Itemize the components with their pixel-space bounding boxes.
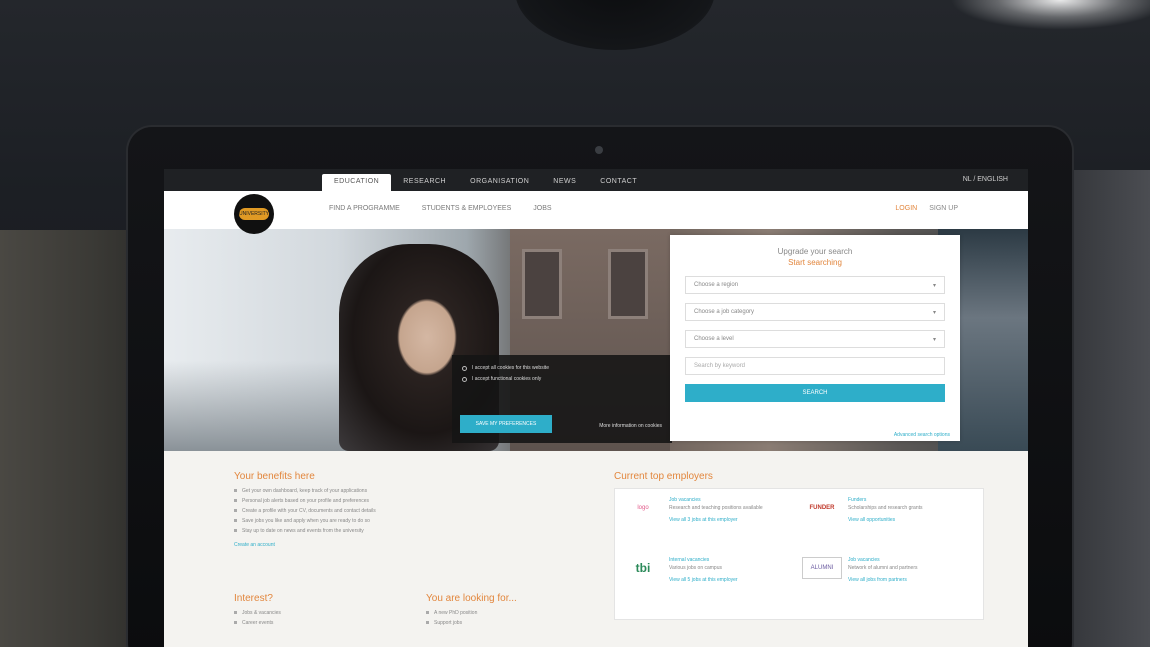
employer-desc: Various jobs on campus	[669, 565, 722, 571]
cookie-accept-button[interactable]: SAVE MY PREFERENCES	[460, 415, 552, 433]
list-item[interactable]: Support jobs	[426, 620, 596, 626]
employer-logo: ALUMNI	[802, 557, 842, 579]
employer-card[interactable]: ALUMNI Job vacancies Network of alumni an…	[802, 557, 975, 611]
building-window	[522, 249, 562, 319]
interest-section: Interest? Jobs & vacancies Career events	[234, 593, 384, 626]
tab-research[interactable]: RESEARCH	[391, 178, 458, 191]
photo-stage: EDUCATION RESEARCH ORGANISATION NEWS CON…	[0, 0, 1150, 647]
search-subtitle: Start searching	[788, 258, 842, 267]
tab-organisation[interactable]: ORGANISATION	[458, 178, 541, 191]
top-nav: EDUCATION RESEARCH ORGANISATION NEWS CON…	[164, 169, 1028, 191]
employer-link[interactable]: View all jobs from partners	[848, 577, 917, 583]
auth-links: LOGIN SIGN UP	[895, 205, 958, 212]
employer-title: Job vacancies	[848, 557, 880, 563]
employer-title: Job vacancies	[669, 497, 701, 503]
list-item: Stay up to date on news and events from …	[234, 528, 514, 534]
employer-logo: FUNDER	[809, 505, 835, 511]
radio-icon	[462, 376, 467, 382]
select-value: Choose a job category	[694, 309, 755, 315]
webcam-icon	[595, 146, 603, 154]
cookie-dialog: I accept all cookies for this website I …	[452, 355, 672, 443]
radio-icon	[462, 365, 467, 371]
list-item: Save jobs you like and apply when you ar…	[234, 518, 514, 524]
subnav-jobs[interactable]: JOBS	[533, 205, 551, 212]
employer-logo: logo	[637, 505, 649, 511]
ceiling-lamp	[515, 0, 715, 50]
category-select[interactable]: Choose a job category ▾	[685, 303, 945, 321]
search-panel: Upgrade your search Start searching Choo…	[670, 235, 960, 441]
cookie-option-label: I accept all cookies for this website	[472, 365, 549, 371]
main-content: Your benefits here Get your own dashboar…	[164, 451, 1028, 647]
list-item: Personal job alerts based on your profil…	[234, 498, 514, 504]
subnav-programme[interactable]: FIND A PROGRAMME	[329, 205, 400, 212]
employer-card[interactable]: FUNDER Funders Scholarships and research …	[802, 497, 975, 551]
chevron-down-icon: ▾	[932, 309, 936, 316]
search-button[interactable]: SEARCH	[685, 384, 945, 402]
looking-section: You are looking for... A new PhD positio…	[426, 593, 596, 626]
list-item: Create a profile with your CV, documents…	[234, 508, 514, 514]
select-value: Choose a region	[694, 282, 739, 288]
site-header: UNIVERSITY FIND A PROGRAMME STUDENTS & E…	[164, 191, 1028, 234]
cookie-option-label: I accept functional cookies only	[472, 376, 542, 382]
create-account-link[interactable]: Create an account	[234, 542, 514, 548]
employer-link[interactable]: View all opportunities	[848, 517, 923, 523]
region-select[interactable]: Choose a region ▾	[685, 276, 945, 294]
list-item: Get your own dashboard, keep track of yo…	[234, 488, 514, 494]
looking-heading: You are looking for...	[426, 593, 517, 604]
interest-heading: Interest?	[234, 593, 273, 604]
employer-desc: Research and teaching positions availabl…	[669, 505, 763, 511]
tab-news[interactable]: NEWS	[541, 178, 588, 191]
benefits-heading: Your benefits here	[234, 471, 315, 482]
employer-card[interactable]: logo Job vacancies Research and teaching …	[623, 497, 796, 551]
employer-title: Internal vacancies	[669, 557, 710, 563]
employer-link[interactable]: View all 5 jobs at this employer	[669, 577, 738, 583]
light-glare	[950, 0, 1150, 30]
signup-link[interactable]: SIGN UP	[929, 205, 958, 212]
list-item[interactable]: Career events	[234, 620, 384, 626]
employer-title: Funders	[848, 497, 867, 503]
employer-link[interactable]: View all 3 jobs at this employer	[669, 517, 763, 523]
hero-banner: I accept all cookies for this website I …	[164, 229, 1028, 451]
chevron-down-icon: ▾	[932, 336, 936, 343]
laptop: EDUCATION RESEARCH ORGANISATION NEWS CON…	[128, 127, 1072, 647]
tab-contact[interactable]: CONTACT	[588, 178, 649, 191]
employers-section: Current top employers logo Job vacancies…	[614, 471, 984, 620]
building-window	[608, 249, 648, 319]
cookie-option-all[interactable]: I accept all cookies for this website	[462, 365, 662, 371]
keyword-input[interactable]: Search by keyword	[685, 357, 945, 375]
employer-desc: Network of alumni and partners	[848, 565, 918, 571]
site-logo[interactable]: UNIVERSITY	[234, 194, 274, 234]
list-item[interactable]: Jobs & vacancies	[234, 610, 384, 616]
list-item[interactable]: A new PhD position	[426, 610, 596, 616]
language-switch[interactable]: NL / ENGLISH	[963, 176, 1008, 183]
employers-grid: logo Job vacancies Research and teaching …	[614, 488, 984, 620]
benefits-section: Your benefits here Get your own dashboar…	[234, 471, 514, 548]
chevron-down-icon: ▾	[932, 282, 936, 289]
logo-badge: UNIVERSITY	[239, 208, 269, 220]
cookie-option-functional[interactable]: I accept functional cookies only	[462, 376, 662, 382]
employer-card[interactable]: tbi Internal vacancies Various jobs on ca…	[623, 557, 796, 611]
subnav-students[interactable]: STUDENTS & EMPLOYEES	[422, 205, 511, 212]
laptop-screen: EDUCATION RESEARCH ORGANISATION NEWS CON…	[164, 169, 1028, 647]
employer-logo: tbi	[635, 561, 651, 575]
employer-desc: Scholarships and research grants	[848, 505, 923, 511]
sub-nav: FIND A PROGRAMME STUDENTS & EMPLOYEES JO…	[329, 205, 552, 212]
login-link[interactable]: LOGIN	[895, 205, 917, 212]
cookie-more-link[interactable]: More information on cookies	[599, 423, 662, 429]
hero-city	[164, 361, 364, 451]
tab-education[interactable]: EDUCATION	[322, 174, 392, 191]
employers-heading: Current top employers	[614, 471, 713, 482]
search-title: Upgrade your search	[777, 247, 853, 256]
level-select[interactable]: Choose a level ▾	[685, 330, 945, 348]
advanced-search-link[interactable]: Advanced search options	[894, 432, 950, 438]
select-value: Choose a level	[694, 336, 734, 342]
